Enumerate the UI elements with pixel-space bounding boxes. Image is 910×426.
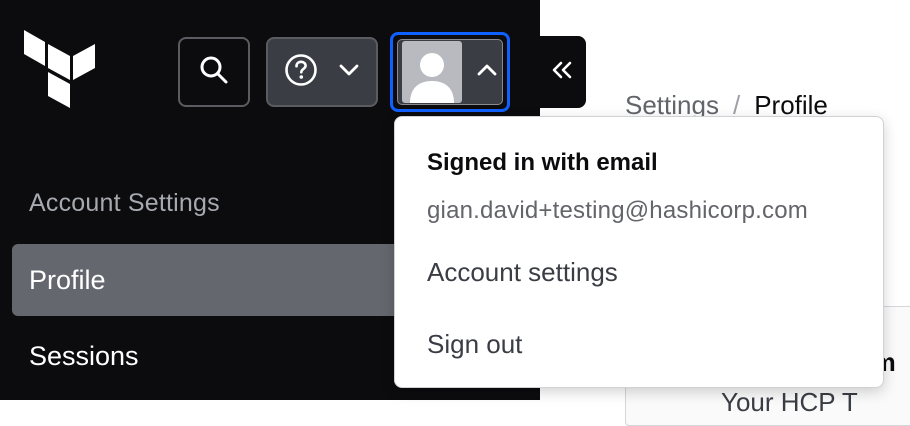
- user-menu-heading: Signed in with email: [427, 149, 658, 176]
- user-menu-inner: [397, 39, 503, 105]
- card-subtext: Your HCP T: [721, 387, 858, 417]
- search-icon: [199, 55, 229, 90]
- sidebar-item-label: Sessions: [29, 340, 139, 371]
- collapse-sidebar-button[interactable]: [538, 36, 586, 108]
- terraform-logo-icon[interactable]: [24, 30, 96, 112]
- user-avatar-icon: [402, 41, 462, 103]
- user-menu-email: gian.david+testing@hashicorp.com: [427, 197, 808, 224]
- sidebar-item-profile[interactable]: Profile: [12, 244, 432, 316]
- sidebar-item-sessions[interactable]: Sessions: [12, 320, 432, 392]
- account-settings-menu-item[interactable]: Account settings: [427, 257, 618, 288]
- chevron-up-icon: [476, 63, 498, 82]
- sidebar-item-label: Profile: [29, 264, 106, 295]
- sidebar-section-title: Account Settings: [29, 189, 220, 217]
- help-menu-button[interactable]: [266, 37, 378, 107]
- chevron-down-icon: [338, 63, 360, 82]
- user-menu-dropdown: Signed in with email gian.david+testing@…: [394, 116, 884, 388]
- user-menu-button[interactable]: [390, 32, 510, 112]
- search-button[interactable]: [178, 37, 250, 107]
- sign-out-menu-item[interactable]: Sign out: [427, 329, 522, 360]
- help-circle-icon: [284, 53, 318, 92]
- chevrons-left-icon: [551, 61, 573, 84]
